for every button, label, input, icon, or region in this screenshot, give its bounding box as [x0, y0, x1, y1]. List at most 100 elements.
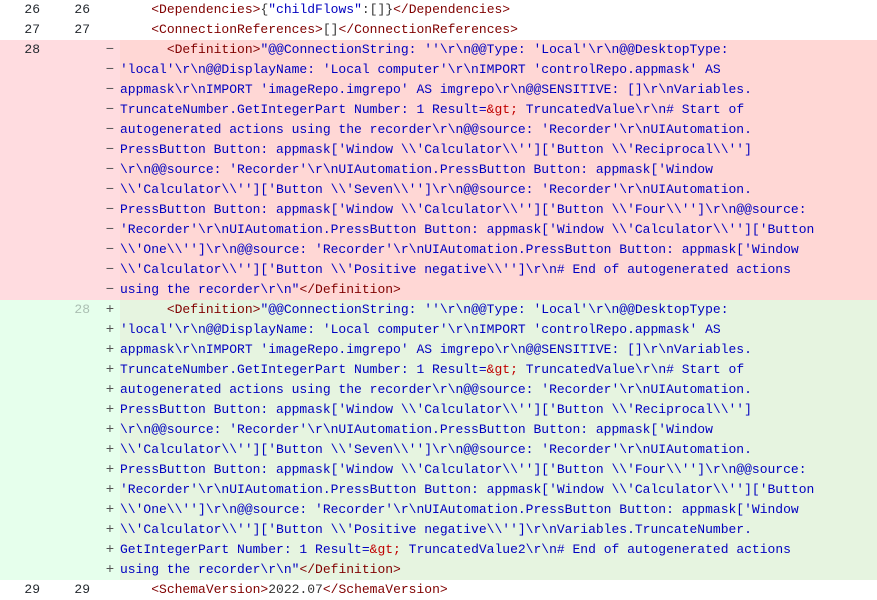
- line-number-new: 28: [50, 300, 100, 320]
- line-number-old: [0, 500, 50, 520]
- diff-line[interactable]: 28+ <Definition>"@@ConnectionString: ''\…: [0, 300, 877, 320]
- line-number-old: [0, 520, 50, 540]
- line-number-new: [50, 100, 100, 120]
- diff-line[interactable]: −'Recorder'\r\nUIAutomation.PressButton …: [0, 220, 877, 240]
- minus-icon: −: [100, 60, 120, 80]
- diff-line[interactable]: −\\'Calculator\\'']['Button \\'Positive …: [0, 260, 877, 280]
- line-number-new: [50, 240, 100, 260]
- diff-line[interactable]: −PressButton Button: appmask['Window \\'…: [0, 200, 877, 220]
- diff-line[interactable]: +\\'One\\'']\r\n@@source: 'Recorder'\r\n…: [0, 500, 877, 520]
- line-number-old: 28: [0, 40, 50, 60]
- plus-icon: +: [100, 480, 120, 500]
- diff-line[interactable]: −'local'\r\n@@DisplayName: 'Local comput…: [0, 60, 877, 80]
- diff-line[interactable]: −using the recorder\r\n"</Definition>: [0, 280, 877, 300]
- code-content[interactable]: appmask\r\nIMPORT 'imageRepo.imgrepo' AS…: [120, 340, 877, 360]
- diff-line[interactable]: +autogenerated actions using the recorde…: [0, 380, 877, 400]
- code-content[interactable]: autogenerated actions using the recorder…: [120, 120, 877, 140]
- diff-line[interactable]: −PressButton Button: appmask['Window \\'…: [0, 140, 877, 160]
- code-content[interactable]: PressButton Button: appmask['Window \\'C…: [120, 140, 877, 160]
- code-content[interactable]: using the recorder\r\n"</Definition>: [120, 280, 877, 300]
- line-number-old: [0, 200, 50, 220]
- code-content[interactable]: \\'Calculator\\'']['Button \\'Seven\\'']…: [120, 440, 877, 460]
- line-number-old: [0, 560, 50, 580]
- code-content[interactable]: using the recorder\r\n"</Definition>: [120, 560, 877, 580]
- minus-icon: −: [100, 160, 120, 180]
- code-content[interactable]: PressButton Button: appmask['Window \\'C…: [120, 400, 877, 420]
- diff-line[interactable]: +using the recorder\r\n"</Definition>: [0, 560, 877, 580]
- code-content[interactable]: PressButton Button: appmask['Window \\'C…: [120, 460, 877, 480]
- code-content[interactable]: \\'Calculator\\'']['Button \\'Positive n…: [120, 520, 877, 540]
- diff-line[interactable]: +GetIntegerPart Number: 1 Result=&gt; Tr…: [0, 540, 877, 560]
- line-number-new: [50, 500, 100, 520]
- code-content[interactable]: \\'Calculator\\'']['Button \\'Positive n…: [120, 260, 877, 280]
- code-content[interactable]: TruncateNumber.GetIntegerPart Number: 1 …: [120, 100, 877, 120]
- minus-icon: −: [100, 80, 120, 100]
- line-number-new: [50, 480, 100, 500]
- code-content[interactable]: PressButton Button: appmask['Window \\'C…: [120, 200, 877, 220]
- line-number-old: 26: [0, 0, 50, 20]
- line-number-old: [0, 400, 50, 420]
- diff-line[interactable]: +'local'\r\n@@DisplayName: 'Local comput…: [0, 320, 877, 340]
- diff-line[interactable]: 28 − <Definition>"@@ConnectionString: ''\…: [0, 40, 877, 60]
- diff-line[interactable]: +PressButton Button: appmask['Window \\'…: [0, 460, 877, 480]
- diff-line[interactable]: +\\'Calculator\\'']['Button \\'Seven\\''…: [0, 440, 877, 460]
- line-number-old: [0, 60, 50, 80]
- code-content[interactable]: <ConnectionReferences>[]</ConnectionRefe…: [120, 20, 877, 40]
- code-content[interactable]: autogenerated actions using the recorder…: [120, 380, 877, 400]
- diff-line[interactable]: −\\'One\\'']\r\n@@source: 'Recorder'\r\n…: [0, 240, 877, 260]
- plus-icon: +: [100, 460, 120, 480]
- code-content[interactable]: TruncateNumber.GetIntegerPart Number: 1 …: [120, 360, 877, 380]
- line-number-new: [50, 220, 100, 240]
- diff-line[interactable]: 2626 <Dependencies>{"childFlows":[]}</De…: [0, 0, 877, 20]
- line-number-old: [0, 360, 50, 380]
- code-content[interactable]: <Definition>"@@ConnectionString: ''\r\n@…: [120, 300, 877, 320]
- code-content[interactable]: \r\n@@source: 'Recorder'\r\nUIAutomation…: [120, 160, 877, 180]
- diff-line[interactable]: +\\'Calculator\\'']['Button \\'Positive …: [0, 520, 877, 540]
- line-number-old: [0, 280, 50, 300]
- code-content[interactable]: 'local'\r\n@@DisplayName: 'Local compute…: [120, 60, 877, 80]
- code-content[interactable]: 'Recorder'\r\nUIAutomation.PressButton B…: [120, 220, 877, 240]
- diff-line[interactable]: −autogenerated actions using the recorde…: [0, 120, 877, 140]
- line-number-new: [50, 340, 100, 360]
- code-content[interactable]: GetIntegerPart Number: 1 Result=&gt; Tru…: [120, 540, 877, 560]
- plus-icon: +: [100, 300, 120, 320]
- code-content[interactable]: \\'One\\'']\r\n@@source: 'Recorder'\r\nU…: [120, 240, 877, 260]
- line-number-old: [0, 160, 50, 180]
- diff-line[interactable]: −\r\n@@source: 'Recorder'\r\nUIAutomatio…: [0, 160, 877, 180]
- plus-icon: +: [100, 500, 120, 520]
- diff-line[interactable]: 2929 <SchemaVersion>2022.07</SchemaVersi…: [0, 580, 877, 600]
- line-number-new: [50, 80, 100, 100]
- diff-line[interactable]: +PressButton Button: appmask['Window \\'…: [0, 400, 877, 420]
- line-number-new: [50, 280, 100, 300]
- line-number-new: [50, 40, 100, 60]
- diff-line[interactable]: +appmask\r\nIMPORT 'imageRepo.imgrepo' A…: [0, 340, 877, 360]
- plus-icon: +: [100, 360, 120, 380]
- code-content[interactable]: appmask\r\nIMPORT 'imageRepo.imgrepo' AS…: [120, 80, 877, 100]
- line-number-new: [50, 260, 100, 280]
- minus-icon: −: [100, 40, 120, 60]
- code-content[interactable]: \\'Calculator\\'']['Button \\'Seven\\'']…: [120, 180, 877, 200]
- line-number-new: 27: [50, 20, 100, 40]
- code-content[interactable]: <Dependencies>{"childFlows":[]}</Depende…: [120, 0, 877, 20]
- line-number-new: [50, 420, 100, 440]
- diff-line[interactable]: 2727 <ConnectionReferences>[]</Connectio…: [0, 20, 877, 40]
- line-number-new: [50, 520, 100, 540]
- code-content[interactable]: <SchemaVersion>2022.07</SchemaVersion>: [120, 580, 877, 600]
- diff-line[interactable]: −\\'Calculator\\'']['Button \\'Seven\\''…: [0, 180, 877, 200]
- diff-line[interactable]: −appmask\r\nIMPORT 'imageRepo.imgrepo' A…: [0, 80, 877, 100]
- line-number-new: [50, 200, 100, 220]
- diff-line[interactable]: +\r\n@@source: 'Recorder'\r\nUIAutomatio…: [0, 420, 877, 440]
- code-content[interactable]: 'Recorder'\r\nUIAutomation.PressButton B…: [120, 480, 877, 500]
- minus-icon: −: [100, 280, 120, 300]
- code-content[interactable]: <Definition>"@@ConnectionString: ''\r\n@…: [120, 40, 877, 60]
- code-content[interactable]: \\'One\\'']\r\n@@source: 'Recorder'\r\nU…: [120, 500, 877, 520]
- diff-line[interactable]: −TruncateNumber.GetIntegerPart Number: 1…: [0, 100, 877, 120]
- code-content[interactable]: \r\n@@source: 'Recorder'\r\nUIAutomation…: [120, 420, 877, 440]
- diff-line[interactable]: +TruncateNumber.GetIntegerPart Number: 1…: [0, 360, 877, 380]
- diff-line[interactable]: +'Recorder'\r\nUIAutomation.PressButton …: [0, 480, 877, 500]
- code-content[interactable]: 'local'\r\n@@DisplayName: 'Local compute…: [120, 320, 877, 340]
- line-number-new: [50, 360, 100, 380]
- line-number-new: [50, 560, 100, 580]
- line-number-old: [0, 420, 50, 440]
- plus-icon: +: [100, 440, 120, 460]
